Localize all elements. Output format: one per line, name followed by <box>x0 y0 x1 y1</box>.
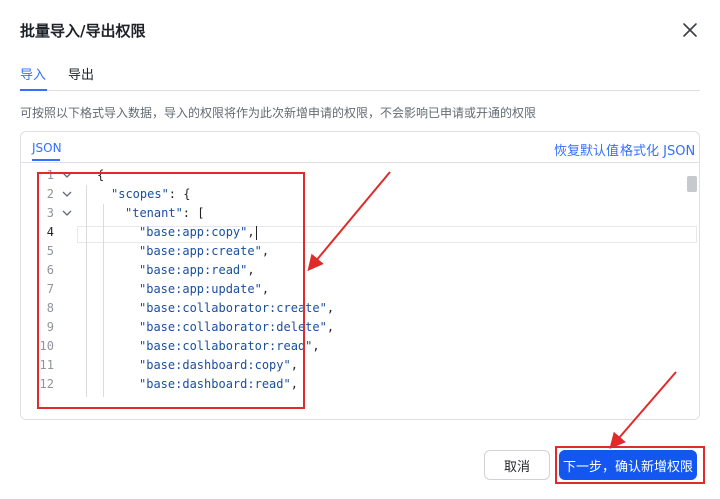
tab-bar: 导入 导出 <box>20 62 700 91</box>
active-tab-indicator <box>20 89 47 91</box>
format-json-link[interactable]: 格式化 JSON <box>620 140 695 159</box>
cancel-button[interactable]: 取消 <box>484 450 550 480</box>
tab-import[interactable]: 导入 <box>20 64 46 83</box>
import-description: 可按照以下格式导入数据，导入的权限将作为此次新增申请的权限，不会影响已申请或开通… <box>20 106 537 120</box>
reset-default-link[interactable]: 恢复默认值 <box>554 140 619 159</box>
import-export-dialog: 批量导入/导出权限 导入 导出 可按照以下格式导入数据，导入的权限将作为此次新增… <box>0 0 720 499</box>
json-tab-indicator <box>32 159 60 161</box>
panel-header: JSON 恢复默认值 格式化 JSON <box>21 132 699 163</box>
tab-json[interactable]: JSON <box>32 141 62 155</box>
annotation-box-code <box>37 172 305 409</box>
annotation-box-button <box>555 446 705 484</box>
dialog-title: 批量导入/导出权限 <box>20 22 146 40</box>
editor-scrollbar-track[interactable] <box>685 163 699 419</box>
close-icon[interactable] <box>681 21 699 39</box>
tab-export[interactable]: 导出 <box>68 64 94 83</box>
editor-scrollbar-thumb[interactable] <box>687 176 697 192</box>
